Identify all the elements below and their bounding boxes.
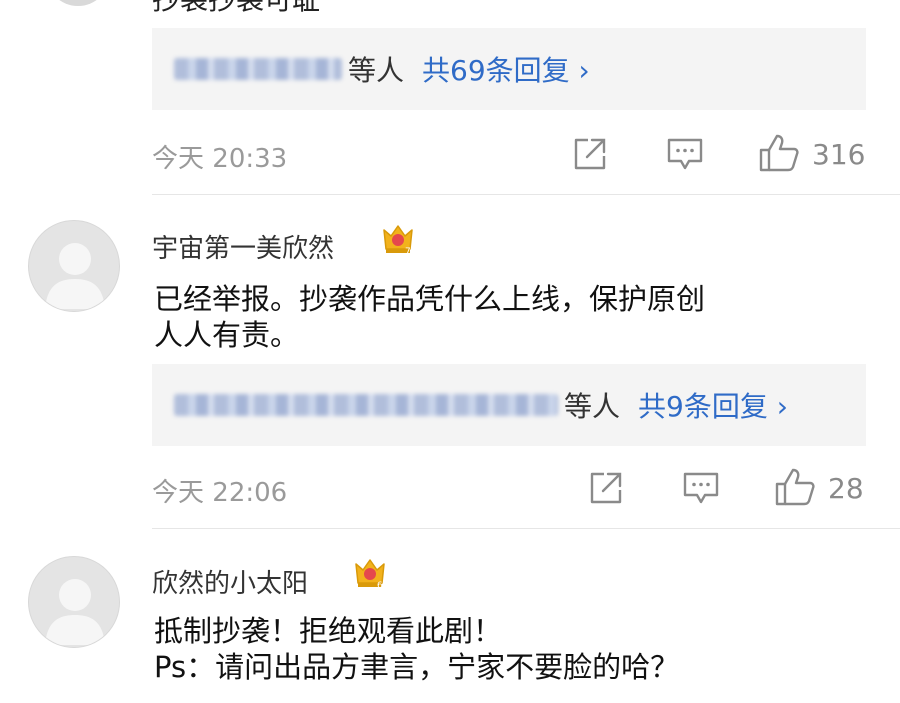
reply-total-link[interactable]: 共69条回复 ›: [422, 49, 590, 89]
reply-etc-label: 等人: [564, 390, 621, 423]
blurred-usernames: [174, 394, 558, 416]
crown-badge-icon: 6: [355, 559, 385, 591]
divider: [152, 194, 900, 195]
content-line: Ps：请问出品方聿言，宁家不要脸的哈？: [154, 650, 680, 684]
comment-timestamp: 今天 20:33: [152, 138, 287, 175]
comment-timestamp: 今天 22:06: [152, 472, 287, 509]
reply-total-link[interactable]: 共9条回复 ›: [638, 385, 788, 425]
thumbs-up-icon[interactable]: [758, 133, 800, 173]
badge-level: 6: [377, 581, 383, 591]
badge-level: 7: [405, 247, 411, 257]
share-icon[interactable]: [588, 470, 624, 506]
timestamp-day: 今天: [152, 478, 205, 508]
content-line: 已经举报。抄袭作品凭什么上线，保护原创: [154, 282, 706, 316]
share-icon[interactable]: [572, 136, 608, 172]
like-count: 316: [812, 138, 866, 171]
username[interactable]: 欣然的小太阳: [152, 563, 308, 600]
thumbs-up-icon[interactable]: [774, 467, 816, 507]
like-count: 28: [828, 472, 864, 505]
divider: [152, 528, 900, 529]
default-avatar-icon: [45, 579, 105, 645]
avatar[interactable]: [28, 556, 120, 648]
timestamp-day: 今天: [152, 144, 205, 174]
comment-icon[interactable]: [682, 471, 720, 505]
username[interactable]: 宇宙第一美欣然: [152, 228, 334, 265]
default-avatar-icon: [45, 243, 105, 309]
reply-preview[interactable]: 等人 共9条回复 ›: [152, 364, 866, 446]
reply-etc-label: 等人: [348, 54, 405, 87]
comment-content: 已经举报。抄袭作品凭什么上线，保护原创 人人有责。: [154, 281, 854, 353]
content-line: 抵制抄袭！拒绝观看此剧！: [154, 614, 503, 648]
content-line: 人人有责。: [154, 318, 300, 352]
crown-badge-icon: 7: [383, 225, 413, 257]
reply-preview[interactable]: 等人 共69条回复 ›: [152, 28, 866, 110]
comment-content: 抵制抄袭！拒绝观看此剧！ Ps：请问出品方聿言，宁家不要脸的哈？: [154, 613, 874, 685]
comment-icon[interactable]: [666, 137, 704, 171]
timestamp-clock: 22:06: [212, 478, 288, 508]
avatar[interactable]: [46, 0, 110, 6]
avatar[interactable]: [28, 220, 120, 312]
blurred-usernames: [174, 58, 342, 80]
comment-text: 抄袭抄袭可耻: [152, 0, 320, 18]
timestamp-clock: 20:33: [212, 144, 288, 174]
